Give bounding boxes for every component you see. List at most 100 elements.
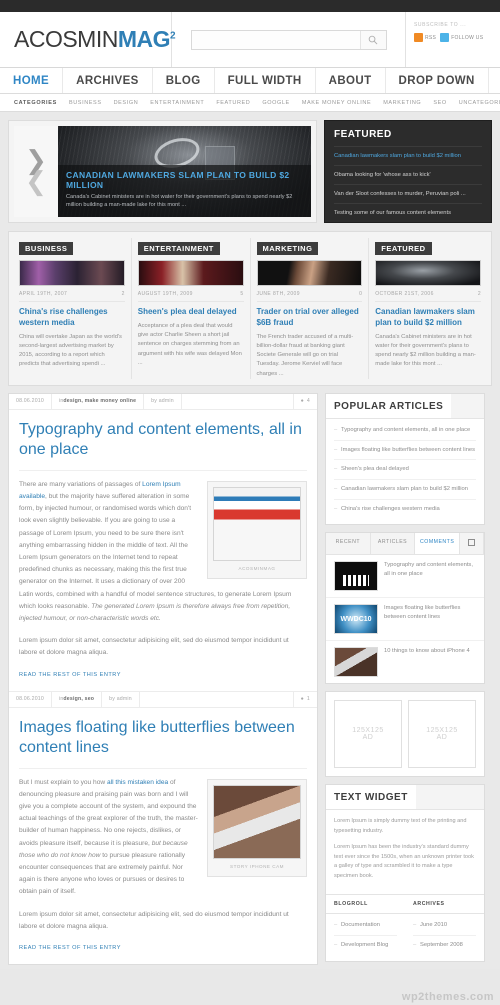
nav-item-drop-down[interactable]: Drop Down	[386, 68, 489, 93]
featured-item[interactable]: Van der Sloot confesses to murder, Peruv…	[334, 184, 482, 203]
post-inline-link[interactable]: all this mistaken idea	[107, 779, 168, 786]
column-badge[interactable]: Entertainment	[137, 242, 220, 255]
post-categories-value[interactable]: design, make money online	[63, 398, 136, 404]
read-more-link[interactable]: Read the rest of this entry	[19, 943, 121, 953]
archives-list: June 2010 September 2008	[405, 914, 484, 960]
list-item[interactable]: Development Blog	[334, 936, 397, 955]
tab-entries: Typography and content elements, all in …	[326, 555, 484, 683]
slide-title[interactable]: Canadian lawmakers slam plan to build $2…	[66, 170, 303, 190]
category-uncategorized[interactable]: Uncategorized	[459, 100, 500, 106]
tab-articles[interactable]: Articles	[371, 533, 416, 555]
category-entertainment[interactable]: Entertainment	[150, 100, 204, 106]
nav-item-home[interactable]: Home	[0, 68, 64, 93]
post-meta: 08.06.2010 in design, make money online …	[9, 393, 317, 410]
column-thumbnail[interactable]	[19, 260, 125, 286]
post-figure-caption: Story iPhone cam	[230, 863, 284, 869]
column-comment-count: 0	[359, 291, 363, 297]
category-design[interactable]: Design	[114, 100, 139, 106]
column-thumbnail[interactable]	[137, 260, 244, 286]
category-seo[interactable]: SEO	[433, 100, 446, 106]
tab-comments[interactable]: Comments	[415, 533, 461, 555]
comment-icon: ●	[300, 398, 304, 405]
category-google[interactable]: Google	[262, 100, 289, 106]
categories-title: Categories	[14, 99, 57, 106]
featured-item[interactable]: Canadian lawmakers slam plan to build $2…	[334, 146, 482, 165]
tab-recent[interactable]: Recent	[326, 533, 371, 555]
column-date: August 19th, 2009	[137, 291, 193, 297]
list-item[interactable]: Typography and content elements, all in …	[334, 421, 476, 441]
entry-thumbnail	[334, 647, 378, 678]
subscribe-buttons: RSS Follow us	[414, 33, 500, 42]
twitter-icon	[440, 33, 450, 42]
read-more-link[interactable]: Read the rest of this entry	[19, 670, 121, 680]
list-item[interactable]: Images floating like butterflies between…	[334, 441, 476, 461]
category-make-money-online[interactable]: Make Money Online	[302, 100, 371, 106]
main-nav: Home Archives Blog Full Width About Drop…	[0, 68, 500, 94]
follow-button[interactable]: Follow us	[440, 33, 483, 42]
post-author[interactable]: by admin	[102, 691, 140, 707]
ad-slot[interactable]: 125X125 AD	[334, 700, 402, 769]
list-item[interactable]: China's rise challenges western media	[334, 500, 476, 519]
column-badge[interactable]: Marketing	[256, 242, 319, 255]
column-title[interactable]: Trader on trial over alleged $6B fraud	[257, 307, 363, 329]
text-widget-paragraph: Lorem Ipsum is simply dummy text of the …	[334, 818, 467, 834]
slide[interactable]: Canadian lawmakers slam plan to build $2…	[58, 126, 311, 217]
list-item[interactable]: 10 things to know about iPhone 4	[326, 641, 484, 683]
list-item[interactable]: September 2008	[413, 936, 476, 955]
column-title[interactable]: Canadian lawmakers slam plan to build $2…	[375, 307, 481, 329]
list-item[interactable]: Documentation	[334, 916, 397, 937]
list-item[interactable]: June 2010	[413, 916, 476, 937]
entry-thumbnail: WWDC10	[334, 604, 378, 635]
nav-item-about[interactable]: About	[316, 68, 386, 93]
column-title[interactable]: Sheen's plea deal delayed	[138, 307, 244, 318]
category-marketing[interactable]: Marketing	[383, 100, 421, 106]
column-title[interactable]: China's rise challenges western media	[19, 307, 125, 329]
category-column-featured: Featured October 21st, 2006 2 Canadian l…	[369, 238, 487, 379]
nav-item-archives[interactable]: Archives	[63, 68, 153, 93]
nav-item-blog[interactable]: Blog	[153, 68, 215, 93]
post-paragraph-2: Lorem ipsum dolor sit amet, consectetur …	[19, 637, 289, 657]
popular-articles-list: Typography and content elements, all in …	[326, 419, 484, 524]
lists-row: Documentation Development Blog June 2010…	[326, 914, 484, 960]
search-input[interactable]	[191, 30, 360, 49]
logo-bold: MAG	[117, 26, 171, 52]
list-item[interactable]: Typography and content elements, all in …	[326, 555, 484, 599]
logo[interactable]: ACOSMINMAG2	[0, 12, 176, 67]
post-categories-value[interactable]: design, seo	[63, 696, 94, 702]
post-comment-count[interactable]: ● 4	[292, 393, 317, 409]
column-badge[interactable]: Featured	[375, 242, 432, 255]
archives-title: Archives	[405, 895, 484, 914]
ad-slot[interactable]: 125X125 AD	[408, 700, 476, 769]
list-item[interactable]: Sheen's plea deal delayed	[334, 460, 476, 480]
post-body: Acosminmag There are many variations of …	[19, 471, 307, 681]
slider-prev-arrow[interactable]: ❮	[25, 168, 47, 194]
category-featured[interactable]: Featured	[216, 100, 250, 106]
list-item[interactable]: WWDC10 Images floating like butterflies …	[326, 598, 484, 642]
post-figure-caption: Acosminmag	[238, 565, 276, 571]
featured-item[interactable]: Testing some of our famous content eleme…	[334, 203, 482, 222]
follow-label: Follow us	[451, 34, 484, 41]
post-figure-image[interactable]	[213, 486, 301, 561]
tab-grid-view[interactable]	[460, 533, 485, 555]
post-meta: 08.06.2010 in design, seo by admin ● 1	[9, 691, 317, 708]
post-title[interactable]: Images floating like butterflies between…	[19, 708, 307, 769]
rss-button[interactable]: RSS	[414, 33, 436, 42]
nav-item-full-width[interactable]: Full Width	[215, 68, 316, 93]
slider-arrows: ❯ ❮	[14, 126, 58, 217]
column-thumbnail[interactable]	[256, 260, 363, 286]
post-title[interactable]: Typography and content elements, all in …	[19, 410, 307, 471]
search-button[interactable]	[359, 30, 386, 49]
column-thumbnail[interactable]	[375, 260, 481, 286]
post-comment-count[interactable]: ● 1	[292, 691, 317, 707]
category-columns: Business April 19th, 2007 2 China's rise…	[8, 231, 492, 386]
post-author[interactable]: by admin	[144, 393, 182, 409]
column-badge[interactable]: Business	[19, 242, 74, 255]
text-widget-body: Lorem Ipsum is simply dummy text of the …	[326, 810, 484, 894]
column-date: June 8th, 2009	[256, 291, 300, 297]
ad-size-label: 125X125	[352, 727, 384, 735]
featured-item[interactable]: Obama looking for 'whose ass to kick'	[334, 165, 482, 184]
list-item[interactable]: Canadian lawmakers slam plan to build $2…	[334, 480, 476, 500]
post-figure-image[interactable]	[213, 784, 301, 859]
category-business[interactable]: Business	[69, 100, 102, 106]
ad-size-label: 125X125	[426, 727, 458, 735]
